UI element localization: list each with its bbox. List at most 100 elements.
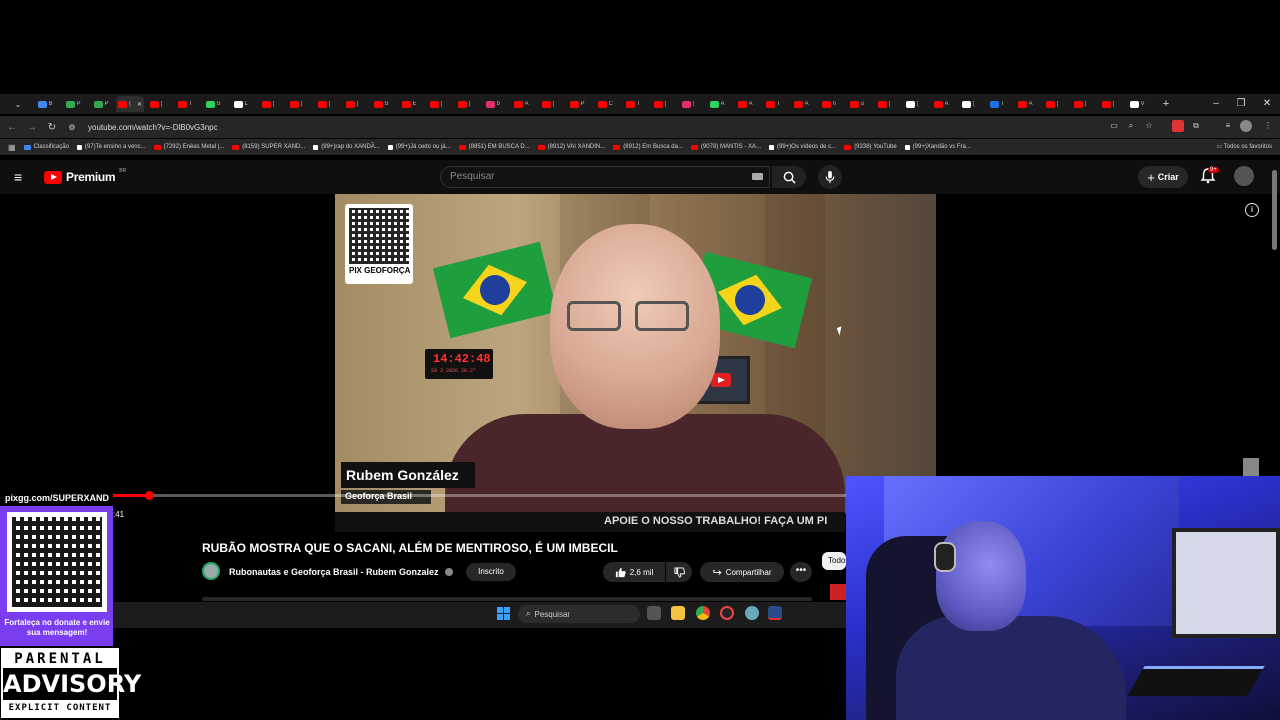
bookmark-star-icon[interactable]: ☆ — [1143, 120, 1155, 132]
dislike-button[interactable] — [666, 562, 692, 582]
forward-button[interactable]: → — [22, 117, 42, 137]
bookmark-item[interactable]: (8851) EM BUSCA D... — [458, 144, 530, 150]
page-scrollbar[interactable] — [1272, 170, 1277, 250]
reading-list-icon[interactable]: ≡ — [1222, 120, 1234, 132]
browser-tab[interactable]: S — [200, 96, 228, 112]
browser-tab[interactable]: b — [480, 96, 508, 112]
browser-tab[interactable]: A — [928, 96, 956, 112]
browser-tab[interactable]: V — [1124, 96, 1152, 112]
browser-tab[interactable]: ( — [1096, 96, 1124, 112]
browser-tab[interactable]: T — [984, 96, 1012, 112]
profile-avatar[interactable] — [1240, 120, 1252, 132]
account-avatar[interactable] — [1234, 166, 1254, 186]
back-button[interactable]: ← — [2, 117, 22, 137]
browser-tab[interactable]: ( — [144, 96, 172, 112]
create-button[interactable]: + Criar — [1138, 166, 1188, 188]
youtube-logo[interactable]: Premium BR — [44, 168, 126, 184]
browser-tab[interactable]: ( — [340, 96, 368, 112]
bookmark-item[interactable]: (8159) SUPER XAND... — [232, 144, 305, 150]
browser-tab[interactable]: A — [788, 96, 816, 112]
browser-tab[interactable]: ( — [1068, 96, 1096, 112]
file-explorer-icon[interactable] — [671, 606, 685, 620]
steam-icon[interactable] — [768, 606, 782, 620]
site-info-icon[interactable]: ⚙ — [62, 117, 82, 137]
browser-tab[interactable]: ( — [452, 96, 480, 112]
browser-tab[interactable]: ( — [312, 96, 340, 112]
progress-scrubber[interactable] — [145, 491, 154, 500]
bookmark-item[interactable]: (9338) YouTube — [844, 144, 897, 150]
reload-button[interactable]: ↻ — [42, 117, 62, 137]
browser-tab[interactable]: A — [508, 96, 536, 112]
recommended-thumbnail[interactable] — [830, 584, 846, 600]
description-box[interactable] — [202, 597, 812, 601]
browser-tab[interactable]: P — [60, 96, 88, 112]
browser-menu-icon[interactable]: ⋮ — [1262, 120, 1274, 132]
bookmark-item[interactable]: (99+)Já cedo ou já... — [387, 144, 451, 150]
channel-name[interactable]: Rubonautas e Geoforça Brasil - Rubem Gon… — [229, 567, 439, 577]
video-player[interactable]: 14:42:48 20 3 2026 26.2° PIX GEOFORÇA Ru… — [335, 194, 936, 514]
browser-tab[interactable]: A — [1012, 96, 1040, 112]
keyboard-icon[interactable] — [752, 173, 763, 180]
bookmark-item[interactable]: (9078) MANTIS - XA... — [690, 144, 761, 150]
browser-tab[interactable]: ( — [648, 96, 676, 112]
browser-tab[interactable]: E — [396, 96, 424, 112]
browser-tab[interactable]: ( — [1040, 96, 1068, 112]
task-view-icon[interactable] — [647, 606, 661, 620]
browser-tab[interactable]: T — [760, 96, 788, 112]
voice-search-button[interactable] — [818, 165, 842, 189]
browser-tab[interactable]: C — [592, 96, 620, 112]
new-tab-button[interactable]: + — [1152, 96, 1180, 112]
restore-button[interactable]: ❐ — [1229, 94, 1253, 112]
menu-hamburger-icon[interactable]: ≡ — [14, 170, 30, 184]
browser-tab[interactable]: L — [228, 96, 256, 112]
share-button[interactable]: ↪ Compartilhar — [700, 562, 784, 582]
browser-tab[interactable]: n — [816, 96, 844, 112]
info-icon[interactable]: i — [1245, 203, 1259, 217]
browser-tab[interactable]: u — [844, 96, 872, 112]
windows-start-icon[interactable] — [497, 607, 510, 620]
app-icon[interactable] — [720, 606, 734, 620]
browser-tab[interactable]: S — [368, 96, 396, 112]
browser-tab[interactable]: B — [32, 96, 60, 112]
bookmark-item[interactable]: Classificação — [23, 144, 69, 150]
search-button[interactable] — [772, 166, 806, 188]
all-bookmarks-folder[interactable]: ▭ Todos os favoritos — [1216, 143, 1272, 150]
browser-tab[interactable]: ( — [536, 96, 564, 112]
channel-avatar[interactable] — [202, 562, 220, 580]
bookmark-item[interactable]: (99+)Xandão vs Fra... — [904, 144, 971, 150]
browser-tab[interactable]: ( — [424, 96, 452, 112]
more-actions-button[interactable]: ••• — [790, 562, 812, 582]
url-field[interactable]: youtube.com/watch?v=-DlB0vG3npc — [88, 123, 218, 132]
browser-tab[interactable]: ( — [872, 96, 900, 112]
bookmark-item[interactable]: (97)Te ensino a venc... — [76, 144, 146, 150]
bookmark-item[interactable]: (7292) Enêas Metal |... — [153, 144, 224, 150]
bookmark-item[interactable]: (8912) VAI XANDIN... — [537, 144, 605, 150]
browser-tab[interactable]: T — [620, 96, 648, 112]
apps-grid-icon[interactable]: ▦ — [8, 143, 16, 152]
extension-icon[interactable] — [1172, 120, 1184, 132]
browser-tab[interactable]: A — [704, 96, 732, 112]
browser-tab[interactable]: ( — [676, 96, 704, 112]
filter-chip-all[interactable]: Todos — [822, 552, 846, 570]
browser-tab[interactable]: T — [172, 96, 200, 112]
browser-tab[interactable]: ( — [900, 96, 928, 112]
recommended-thumbnail[interactable] — [1243, 458, 1259, 476]
chrome-icon[interactable] — [696, 606, 710, 620]
bookmark-item[interactable]: (99+)rap do XANDÃ... — [313, 144, 380, 150]
browser-tab[interactable]: (✕ — [116, 96, 144, 112]
browser-tab[interactable]: ( — [256, 96, 284, 112]
like-button[interactable]: 2,6 mil — [603, 562, 665, 582]
cast-icon[interactable]: ▭ — [1108, 120, 1120, 132]
browser-tab[interactable]: A — [732, 96, 760, 112]
browser-tab[interactable]: ( — [284, 96, 312, 112]
browser-tab[interactable]: P — [88, 96, 116, 112]
progress-bar[interactable] — [113, 494, 846, 497]
taskbar-search[interactable]: ⌕ Pesquisar — [518, 605, 640, 623]
tab-list-dropdown[interactable]: ⌄ — [4, 96, 32, 112]
subscribe-button[interactable]: Inscrito — [466, 563, 516, 581]
browser-tab[interactable]: ( — [956, 96, 984, 112]
close-tab-icon[interactable]: ✕ — [137, 101, 142, 108]
bookmark-item[interactable]: (99+)Os vídeos de c... — [768, 144, 836, 150]
zoom-icon[interactable]: ⌕ — [1125, 120, 1137, 132]
settings-gear-icon[interactable] — [745, 606, 759, 620]
